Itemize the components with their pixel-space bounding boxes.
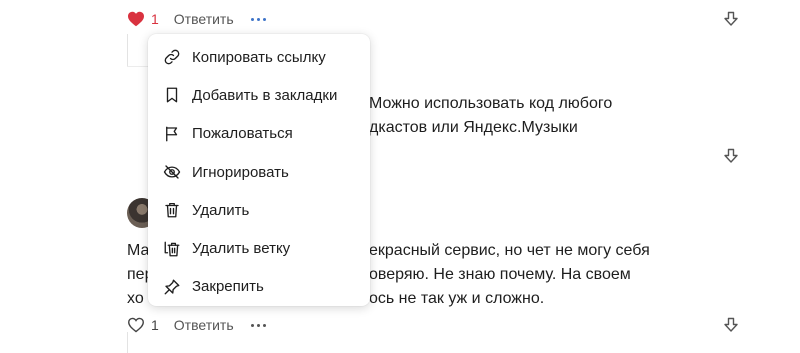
comment-text-line: Ма [127, 242, 150, 259]
comment-text-line: дкастов или Яндекс.Музыки [369, 119, 578, 136]
heart-filled-icon [128, 11, 144, 27]
pin-icon [163, 278, 181, 296]
flag-icon [163, 125, 181, 143]
reply-button[interactable]: Ответить [174, 317, 234, 333]
like-button[interactable]: 1 [127, 317, 159, 333]
more-options-button[interactable] [250, 320, 266, 331]
comment-text-line: хо [127, 290, 144, 307]
menu-item-label: Копировать ссылку [192, 48, 326, 66]
menu-item-label: Удалить ветку [192, 240, 291, 258]
menu-item-label: Пожаловаться [192, 125, 293, 143]
menu-item-label: Закрепить [192, 278, 264, 296]
comment-actions: 1 Ответить [127, 314, 266, 336]
like-count: 1 [151, 11, 159, 27]
menu-item-pin[interactable]: Закрепить [148, 268, 370, 306]
more-options-button[interactable] [250, 14, 266, 25]
arrow-down-outline-icon [724, 11, 738, 26]
trash-branch-icon [163, 240, 181, 258]
like-count: 1 [151, 317, 159, 333]
heart-outline-icon [128, 317, 144, 333]
link-icon [163, 48, 181, 66]
menu-item-label: Добавить в закладки [192, 86, 338, 104]
thread-line [127, 34, 128, 66]
trash-icon [163, 201, 181, 219]
comment-actions: 1 Ответить [127, 8, 266, 30]
menu-item-label: Удалить [192, 201, 250, 219]
comment-text-line: екрасный сервис, но чет не могу себя [369, 242, 650, 259]
menu-item-copy-link[interactable]: Копировать ссылку [148, 38, 370, 76]
menu-item-delete-branch[interactable]: Удалить ветку [148, 229, 370, 267]
comment-text-line: оверяю. Не знаю почему. На своем [369, 266, 631, 283]
collapse-thread-button[interactable] [723, 148, 739, 164]
menu-item-ignore[interactable]: Игнорировать [148, 153, 370, 191]
comment-text-line: ось не так уж и сложно. [369, 290, 545, 307]
context-menu: Копировать ссылку Добавить в закладки По… [148, 34, 370, 306]
arrow-down-outline-icon [724, 317, 738, 332]
menu-item-delete[interactable]: Удалить [148, 191, 370, 229]
eye-off-icon [163, 163, 181, 181]
menu-item-report[interactable]: Пожаловаться [148, 115, 370, 153]
collapse-thread-button[interactable] [723, 317, 739, 333]
menu-item-add-bookmark[interactable]: Добавить в закладки [148, 76, 370, 114]
bookmark-icon [163, 86, 181, 104]
reply-button[interactable]: Ответить [174, 11, 234, 27]
like-button[interactable]: 1 [127, 11, 159, 27]
menu-item-label: Игнорировать [192, 163, 289, 181]
arrow-down-outline-icon [724, 148, 738, 163]
comment-text-line: Можно использовать код любого [369, 95, 613, 112]
collapse-thread-button[interactable] [723, 11, 739, 27]
